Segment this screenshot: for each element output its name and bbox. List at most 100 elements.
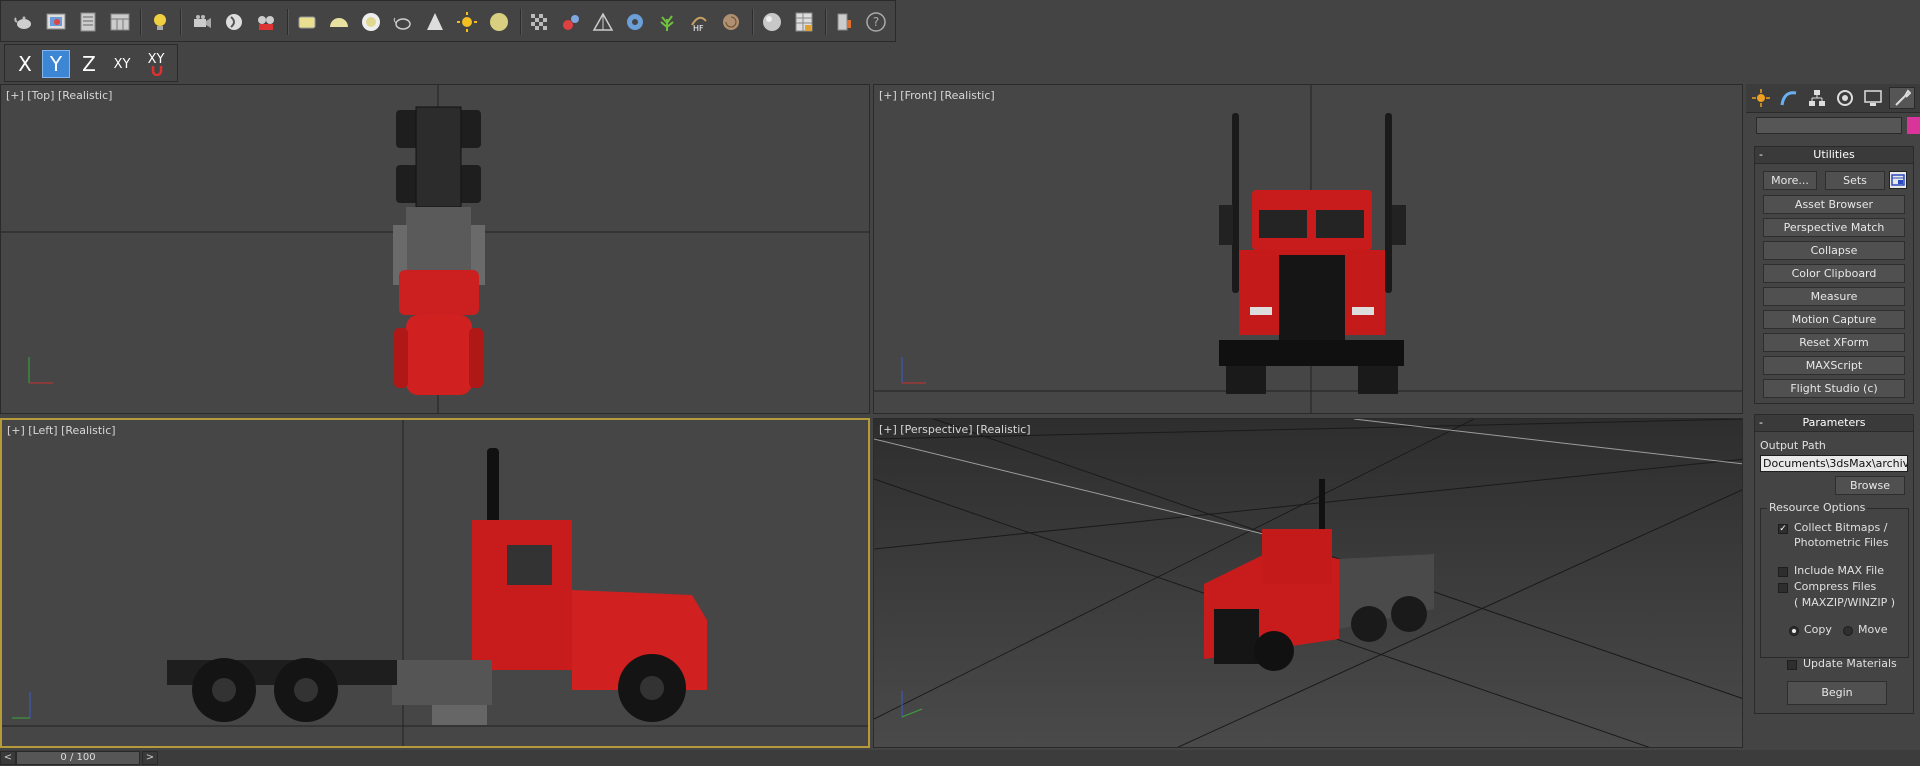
xy-plane-button[interactable]: XY	[107, 50, 137, 78]
shell-icon[interactable]	[720, 11, 742, 33]
truck-top-view	[393, 106, 485, 395]
utility-button-motion-capture[interactable]: Motion Capture	[1763, 310, 1905, 329]
y-axis-button[interactable]: Y	[42, 50, 70, 78]
configure-sets-icon[interactable]	[1889, 171, 1907, 189]
left-view-scene	[2, 420, 868, 746]
parameters-rollout-header[interactable]: - Parameters	[1755, 415, 1913, 432]
time-slider-thumb[interactable]: 0 / 100	[16, 751, 140, 765]
front-view-scene	[874, 85, 1742, 413]
panel-icon[interactable]	[833, 11, 855, 33]
light-bulb-icon[interactable]	[149, 11, 171, 33]
viewport-perspective[interactable]: [+] [Perspective] [Realistic]	[873, 418, 1743, 748]
globe-icon[interactable]	[761, 11, 783, 33]
compress-files-label: Compress Files	[1794, 580, 1877, 593]
truck-front-view	[1219, 113, 1406, 394]
material-editor-icon[interactable]	[109, 11, 131, 33]
cone-icon[interactable]	[424, 11, 446, 33]
object-color-swatch[interactable]	[1907, 117, 1920, 134]
include-max-file-label: Include MAX File	[1794, 564, 1884, 577]
disc-icon[interactable]	[360, 11, 382, 33]
sphere-icon[interactable]	[488, 11, 510, 33]
y-axis-label: Y	[49, 52, 63, 76]
move-radio[interactable]	[1843, 626, 1853, 636]
sound-icon[interactable]	[223, 11, 245, 33]
perspective-view-scene	[874, 419, 1742, 747]
more-button[interactable]: More...	[1763, 171, 1817, 190]
utility-button-measure[interactable]: Measure	[1763, 287, 1905, 306]
viewport-top[interactable]: [+] [Top] [Realistic]	[0, 84, 870, 414]
viewport-left[interactable]: [+] [Left] [Realistic]	[0, 418, 870, 748]
xy-snap-button[interactable]: XY	[141, 50, 171, 78]
z-axis-button[interactable]: Z	[75, 50, 103, 78]
collect-bitmaps-checkbox[interactable]: ✓	[1778, 524, 1788, 534]
resource-options-group: Resource Options ✓ Collect Bitmaps / Phot…	[1760, 501, 1909, 658]
viewport-top-label[interactable]: [+] [Top] [Realistic]	[6, 89, 112, 102]
create-tab-icon[interactable]	[1749, 87, 1773, 109]
motion-tab-icon[interactable]	[1833, 87, 1857, 109]
axis-gizmo-left	[12, 692, 31, 719]
command-panel-tabs	[1746, 84, 1920, 113]
utility-button-maxscript[interactable]: MAXScript	[1763, 356, 1905, 375]
browse-button[interactable]: Browse	[1835, 476, 1905, 495]
truck-side-view	[167, 448, 707, 725]
hf-icon[interactable]: HF	[688, 11, 710, 33]
utility-button-color-clipboard[interactable]: Color Clipboard	[1763, 264, 1905, 283]
spreadsheet-icon[interactable]	[793, 11, 815, 33]
utility-button-collapse[interactable]: Collapse	[1763, 241, 1905, 260]
viewport-perspective-label[interactable]: [+] [Perspective] [Realistic]	[879, 423, 1031, 436]
utility-button-reset-xform[interactable]: Reset XForm	[1763, 333, 1905, 352]
film-reel-icon[interactable]	[255, 11, 277, 33]
teapot-render-icon[interactable]	[13, 11, 35, 33]
checker-icon[interactable]	[528, 11, 550, 33]
render-setup-icon[interactable]	[77, 11, 99, 33]
utility-button-asset-browser[interactable]: Asset Browser	[1763, 195, 1905, 214]
viewport-front[interactable]: [+] [Front] [Realistic]	[873, 84, 1743, 414]
axis-gizmo-front	[901, 357, 926, 384]
copy-label: Copy	[1804, 623, 1832, 636]
camera-icon[interactable]	[191, 11, 213, 33]
gear-icon[interactable]	[624, 11, 646, 33]
prev-frame-button[interactable]: <	[0, 751, 16, 765]
display-tab-icon[interactable]	[1861, 87, 1885, 109]
sun-icon[interactable]	[456, 11, 478, 33]
command-panel: - Utilities More... Sets Asset Browser Per…	[1746, 84, 1920, 750]
plane-icon[interactable]	[296, 11, 318, 33]
render-frame-icon[interactable]	[45, 11, 67, 33]
include-max-file-checkbox[interactable]	[1778, 567, 1788, 577]
output-path-input[interactable]: Documents\3dsMax\archives	[1760, 455, 1908, 472]
hemisphere-icon[interactable]	[328, 11, 350, 33]
move-label: Move	[1858, 623, 1888, 636]
begin-button[interactable]: Begin	[1787, 681, 1887, 705]
viewport-left-label[interactable]: [+] [Left] [Realistic]	[7, 424, 116, 437]
parameters-rollout: - Parameters Output Path Documents\3dsMax…	[1754, 414, 1914, 714]
viewport-front-label[interactable]: [+] [Front] [Realistic]	[879, 89, 995, 102]
z-axis-label: Z	[82, 52, 96, 76]
pyramid-icon[interactable]	[592, 11, 614, 33]
compress-files-checkbox[interactable]	[1778, 583, 1788, 593]
object-name-field[interactable]	[1756, 117, 1902, 134]
help-icon[interactable]: ?	[865, 11, 887, 33]
utilities-rollout: - Utilities More... Sets Asset Browser Per…	[1754, 146, 1914, 404]
output-path-label: Output Path	[1760, 439, 1826, 452]
sets-button[interactable]: Sets	[1825, 171, 1885, 190]
svg-text:HF: HF	[693, 24, 704, 33]
svg-text:?: ?	[873, 15, 879, 29]
pill-icon[interactable]	[560, 11, 582, 33]
axis-gizmo-top	[28, 357, 53, 384]
teapot-icon[interactable]	[392, 11, 414, 33]
next-frame-button[interactable]: >	[142, 751, 158, 765]
update-materials-checkbox[interactable]	[1787, 660, 1797, 670]
copy-radio[interactable]	[1789, 626, 1799, 636]
hierarchy-tab-icon[interactable]	[1805, 87, 1829, 109]
utilities-rollout-header[interactable]: - Utilities	[1755, 147, 1913, 164]
utility-button-perspective-match[interactable]: Perspective Match	[1763, 218, 1905, 237]
main-toolbar: HF ?	[0, 0, 896, 42]
utility-button-flight-studio-c[interactable]: Flight Studio (c)	[1763, 379, 1905, 398]
update-materials-label: Update Materials	[1803, 657, 1897, 670]
x-axis-button[interactable]: X	[11, 50, 39, 78]
plant-icon[interactable]	[656, 11, 678, 33]
utilities-tab-icon[interactable]	[1889, 87, 1915, 109]
modify-tab-icon[interactable]	[1777, 87, 1801, 109]
time-slider-bar: < 0 / 100 >	[0, 750, 1920, 766]
x-axis-label: X	[18, 52, 32, 76]
